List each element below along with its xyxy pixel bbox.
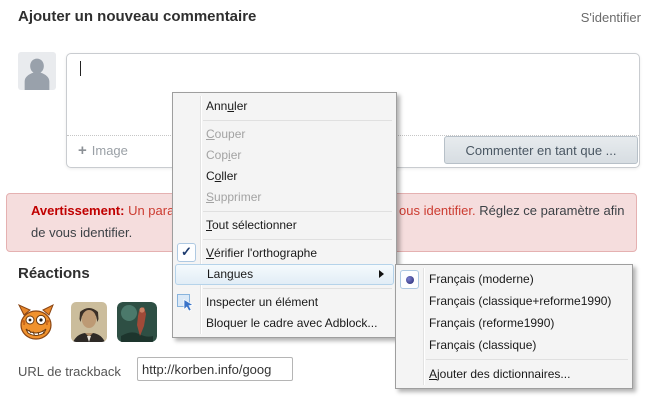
menu-item-langues[interactable]: Langues <box>175 264 394 285</box>
label-part: upprimer <box>214 190 261 204</box>
warning-label: Avertissement: <box>31 203 124 218</box>
signin-link[interactable]: S'identifier <box>581 10 641 25</box>
menu-item-copier: Copier <box>173 145 396 166</box>
label-part: C <box>206 169 215 183</box>
menu-item-couper: Couper <box>173 124 396 145</box>
menu-separator <box>203 211 392 212</box>
radio-selected-icon <box>400 270 419 289</box>
warning-fragment-red: ous identifier. <box>399 203 476 218</box>
menu-item-bloquer-adblock[interactable]: Bloquer le cadre avec Adblock... <box>173 313 396 334</box>
reactions-heading: Réactions <box>18 265 90 282</box>
reaction-cat-avatar[interactable] <box>16 302 56 342</box>
label-part: Français (classique+reforme1990) <box>429 294 611 308</box>
add-image-label: Image <box>92 143 128 158</box>
reaction-portrait-avatar[interactable] <box>71 302 107 342</box>
warning-line2: de vous identifier. <box>31 225 132 240</box>
submenu-item-francais-moderne[interactable]: Français (moderne) <box>396 268 632 290</box>
menu-separator <box>426 359 628 360</box>
person-placeholder-icon <box>18 52 56 90</box>
label-part: ues <box>234 267 253 281</box>
label-part: Bloquer le cadre avec Adblock... <box>206 316 377 330</box>
page-title: Ajouter un nouveau commentaire <box>18 8 256 25</box>
menu-separator <box>203 288 392 289</box>
label-part: jouter des dictionnaires... <box>437 367 570 381</box>
warning-text-left: Avertissement: Un para <box>31 203 174 218</box>
menu-item-supprimer: Supprimer <box>173 187 396 208</box>
label-accel: g <box>227 267 234 281</box>
reaction-artwork-avatar[interactable] <box>117 302 157 342</box>
label-accel: S <box>206 190 214 204</box>
label-part: ller <box>221 169 237 183</box>
warning-text-right: ous identifier. Réglez ce paramètre afin <box>399 203 624 218</box>
label-part: out sélectionner <box>212 218 297 232</box>
label-part: er <box>231 148 242 162</box>
trackback-url-input[interactable] <box>137 357 293 381</box>
menu-item-annuler[interactable]: Annuler <box>173 96 396 117</box>
page: Ajouter un nouveau commentaire S'identif… <box>0 0 659 402</box>
label-part: Cop <box>206 148 228 162</box>
label-part: Français (moderne) <box>429 272 534 286</box>
add-image-button[interactable]: + Image <box>78 142 128 159</box>
label-part: Lan <box>207 267 227 281</box>
man-portrait-icon <box>71 302 107 342</box>
menu-separator <box>203 239 392 240</box>
label-part: Français (classique) <box>429 338 536 352</box>
menu-item-coller[interactable]: Coller <box>173 166 396 187</box>
plus-icon: + <box>78 142 87 159</box>
warning-fragment-left: Un para <box>124 203 174 218</box>
label-part: Français (reforme1990) <box>429 316 554 330</box>
artwork-avatar-icon <box>117 302 157 342</box>
comment-as-button[interactable]: Commenter en tant que ... <box>444 136 638 164</box>
cat-avatar-icon <box>16 302 56 342</box>
submenu-item-francais-classique-reforme[interactable]: Français (classique+reforme1990) <box>396 290 632 312</box>
label-accel: V <box>206 246 214 260</box>
avatar <box>18 52 56 90</box>
label-part: ouper <box>215 127 246 141</box>
menu-item-verifier-orthographe[interactable]: ✓ Vérifier l'orthographe <box>173 243 396 264</box>
languages-submenu: Français (moderne) Français (classique+r… <box>395 264 633 389</box>
label-part: Inspecter un élément <box>206 295 318 309</box>
menu-item-tout-selectionner[interactable]: Tout sélectionner <box>173 215 396 236</box>
submenu-item-francais-reforme[interactable]: Français (reforme1990) <box>396 312 632 334</box>
label-part: Ann <box>206 99 227 113</box>
label-part: érifier l'orthographe <box>214 246 317 260</box>
warning-fragment-dark: Réglez ce paramètre afin <box>476 203 625 218</box>
label-accel: A <box>429 367 437 381</box>
text-caret <box>80 61 81 76</box>
submenu-item-francais-classique[interactable]: Français (classique) <box>396 334 632 356</box>
menu-separator <box>203 120 392 121</box>
menu-item-inspecter-element[interactable]: Inspecter un élément <box>173 292 396 313</box>
trackback-label: URL de trackback <box>18 364 121 379</box>
submenu-item-ajouter-dictionnaires[interactable]: Ajouter des dictionnaires... <box>396 363 632 385</box>
submenu-arrow-icon <box>379 270 384 278</box>
label-part: ler <box>234 99 247 113</box>
inspect-element-icon <box>176 293 195 312</box>
label-accel: C <box>206 127 215 141</box>
spellcheck-checkmark-icon: ✓ <box>177 243 196 262</box>
context-menu: Annuler Couper Copier Coller Supprimer T… <box>172 92 397 338</box>
